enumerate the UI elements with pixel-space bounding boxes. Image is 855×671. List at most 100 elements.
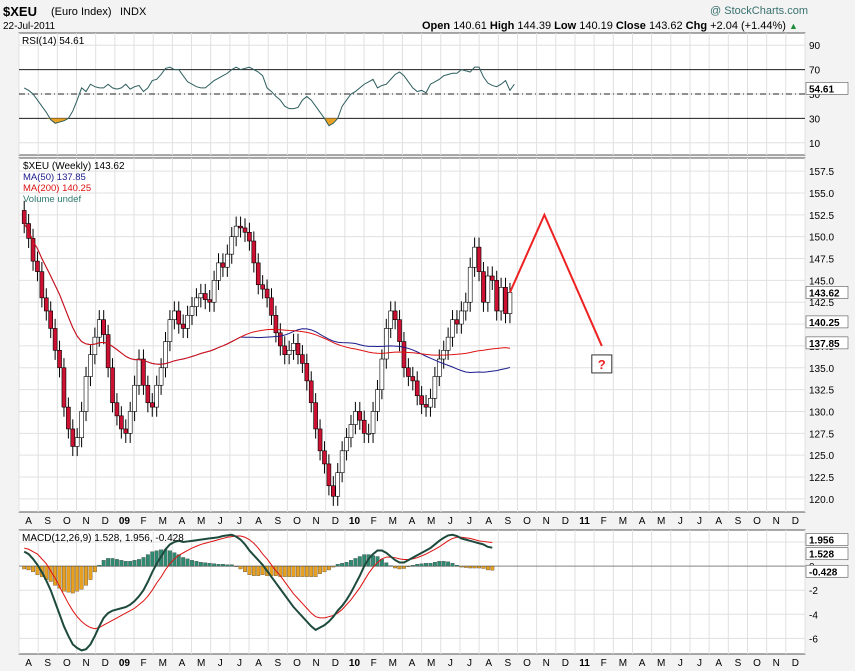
price-candle — [317, 428, 323, 452]
price-candle — [419, 395, 424, 405]
date-label: 22-Jul-2011 — [3, 21, 56, 32]
x-axis-month-label-bottom: A — [715, 658, 722, 669]
macd-histogram-bar — [70, 565, 75, 594]
price-candle — [489, 275, 495, 281]
macd-histogram-bar — [119, 560, 124, 567]
x-axis-month-label: S — [735, 516, 742, 527]
price-candle — [154, 384, 159, 408]
open-label: Open — [422, 20, 451, 32]
price-legend-entry: MA(200) 140.25 — [23, 183, 91, 194]
x-axis-month-label: N — [313, 516, 320, 527]
price-candle — [485, 275, 491, 303]
macd-histogram-bar — [424, 563, 428, 567]
price-candle — [282, 345, 288, 355]
close-label: Close — [615, 20, 646, 32]
macd-histogram-bar — [415, 564, 420, 567]
macd-histogram-bar — [393, 565, 398, 569]
macd-histogram-bar — [437, 561, 442, 567]
rsi-y-tick-label: 90 — [809, 41, 821, 52]
x-axis-month-label-bottom: N — [82, 658, 89, 669]
macd-histogram-bar — [326, 565, 331, 571]
x-axis-month-label: N — [82, 516, 89, 527]
price-candle — [481, 271, 486, 303]
high-value: 144.39 — [517, 20, 552, 32]
price-candle — [202, 293, 208, 300]
macd-histogram-bar — [450, 563, 455, 567]
x-axis-month-label: A — [639, 516, 646, 527]
price-candle — [291, 343, 296, 351]
macd-histogram-bar — [216, 564, 221, 567]
x-axis-month-label: O — [523, 516, 531, 527]
price-y-tick-label: 135.0 — [809, 364, 834, 375]
price-candle — [101, 319, 106, 335]
price-y-tick-label: 122.5 — [809, 473, 834, 484]
price-candle — [194, 297, 199, 307]
rsi-y-tick-label: 30 — [809, 114, 821, 125]
macd-histogram-bar — [296, 565, 300, 577]
x-axis-month-label: F — [371, 516, 377, 527]
macd-histogram-bar — [145, 554, 150, 567]
price-candle — [110, 367, 115, 404]
macd-histogram-bar — [137, 559, 141, 567]
macd-histogram-bar — [238, 565, 243, 570]
price-y-tick-label: 130.0 — [809, 407, 834, 418]
price-candle — [176, 310, 182, 325]
macd-histogram-bar — [287, 565, 292, 577]
price-candle — [189, 306, 195, 316]
x-axis-month-label-bottom: N — [773, 658, 780, 669]
macd-histogram-bar — [335, 564, 340, 567]
macd-histogram-bar — [485, 565, 490, 571]
price-candle — [88, 354, 93, 377]
high-label: High — [489, 20, 515, 32]
price-candle — [300, 354, 305, 364]
macd-histogram-bar — [203, 562, 208, 567]
x-axis-month-label: M — [427, 516, 435, 527]
macd-histogram-bar — [446, 561, 451, 567]
open-value: 140.61 — [453, 20, 487, 32]
chg-label: Chg — [685, 20, 708, 32]
close-value: 143.62 — [648, 20, 683, 32]
macd-histogram-bar — [357, 556, 362, 567]
price-candle — [123, 428, 129, 434]
price-panel-frame — [18, 157, 806, 513]
macd-histogram-bar — [468, 565, 473, 569]
macd-histogram-bar — [198, 562, 203, 567]
price-candle — [476, 246, 482, 272]
x-axis-month-label: A — [255, 516, 262, 527]
rsi-y-tick-label: 70 — [809, 66, 821, 77]
x-axis-month-label: J — [237, 516, 242, 527]
x-axis-month-label-bottom: A — [409, 658, 416, 669]
x-axis-month-label-bottom: M — [657, 658, 665, 669]
x-axis-month-label-bottom: J — [678, 658, 683, 669]
macd-histogram-bar — [22, 565, 27, 570]
macd-histogram-bar — [397, 565, 402, 570]
price-candle — [313, 402, 318, 430]
macd-histogram-bar — [207, 563, 212, 567]
x-axis-month-label-bottom: J — [467, 658, 472, 669]
price-candle — [361, 419, 367, 434]
low-value: 140.19 — [579, 20, 613, 32]
price-candle — [48, 310, 54, 329]
x-axis-month-label: M — [619, 516, 627, 527]
price-candle — [379, 358, 385, 390]
price-candle — [344, 437, 349, 452]
price-y-tick-label: 142.5 — [809, 298, 834, 309]
price-candle — [238, 225, 243, 229]
x-axis-month-label-bottom: F — [141, 658, 147, 669]
macd-histogram-bar — [344, 562, 349, 567]
macd-signal-last: 1.956 — [809, 536, 834, 547]
x-axis-month-label-bottom: J — [448, 658, 453, 669]
price-legend-entry: Volume undef — [23, 194, 81, 205]
macd-histogram-bar — [481, 565, 486, 569]
price-candle — [498, 287, 504, 312]
price-candle — [432, 376, 438, 399]
x-axis-month-label-bottom: M — [197, 658, 205, 669]
macd-histogram-bar — [313, 565, 318, 577]
x-axis-month-label: A — [25, 516, 32, 527]
macd-histogram-bar — [419, 563, 424, 567]
x-axis-month-label: 10 — [349, 516, 361, 527]
price-candle — [322, 450, 327, 465]
x-axis-month-label-bottom: M — [389, 658, 397, 669]
price-y-tick-label: 125.0 — [809, 451, 834, 462]
x-axis-month-label: S — [274, 516, 281, 527]
